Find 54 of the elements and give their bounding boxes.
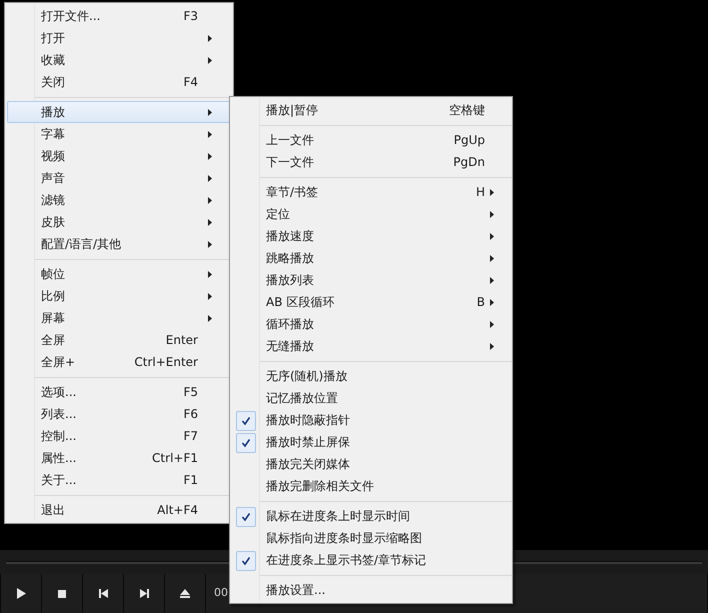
menu-item[interactable]: 播放时禁止屏保 <box>232 431 510 453</box>
menu-item[interactable]: 播放速度 <box>232 225 510 247</box>
menu-item[interactable]: 属性... Ctrl+F1 <box>7 447 231 469</box>
player-button[interactable] <box>165 574 205 613</box>
menu-item[interactable]: 关于... F1 <box>7 469 231 491</box>
menu-item[interactable]: 上一文件 PgUp <box>232 129 510 151</box>
player-button[interactable] <box>83 574 123 613</box>
menu-item[interactable]: 跳略播放 <box>232 247 510 269</box>
player-button[interactable] <box>124 574 164 613</box>
menu-item[interactable]: 无序(随机)播放 <box>232 365 510 387</box>
menu-item[interactable]: 配置/语言/其他 <box>7 233 231 255</box>
menu-item[interactable]: 播放时隐蔽指针 <box>232 409 510 431</box>
menu-item[interactable]: 在进度条上显示书签/章节标记 <box>232 549 510 571</box>
menu-item[interactable]: 视频 <box>7 145 231 167</box>
menu-item[interactable]: 列表... F6 <box>7 403 231 425</box>
menu-item[interactable]: 无缝播放 <box>232 335 510 357</box>
menu-item[interactable]: AB 区段循环 B <box>232 291 510 313</box>
time-display: 00 <box>214 585 228 602</box>
menu-item[interactable]: 全屏+ Ctrl+Enter <box>7 351 231 373</box>
menu-item[interactable]: 打开文件... F3 <box>7 5 231 27</box>
menu-item[interactable]: 播放列表 <box>232 269 510 291</box>
menu-item[interactable]: 退出 Alt+F4 <box>7 499 231 521</box>
menu-item[interactable]: 定位 <box>232 203 510 225</box>
menu-item[interactable]: 记忆播放位置 <box>232 387 510 409</box>
player-button[interactable] <box>1 574 41 613</box>
menu-item[interactable]: 皮肤 <box>7 211 231 233</box>
menu-item[interactable]: 控制... F7 <box>7 425 231 447</box>
skip-back-icon <box>98 589 108 598</box>
menu-item[interactable]: 播放完关闭媒体 <box>232 453 510 475</box>
menu-item[interactable]: 播放 <box>7 101 231 123</box>
menu-item[interactable]: 关闭 F4 <box>7 71 231 93</box>
menu-item[interactable]: 收藏 <box>7 49 231 71</box>
menu-item[interactable]: 章节/书签 H <box>232 181 510 203</box>
skip-forward-icon <box>140 589 148 598</box>
menu-item[interactable]: 播放完删除相关文件 <box>232 475 510 497</box>
menu-item[interactable]: 帧位 <box>7 263 231 285</box>
eject-icon <box>180 589 190 598</box>
menu-item[interactable]: 鼠标在进度条上时显示时间 <box>232 505 510 527</box>
menu-item[interactable]: 全屏 Enter <box>7 329 231 351</box>
play-icon <box>16 588 26 599</box>
menu-item[interactable]: 滤镜 <box>7 189 231 211</box>
menu-item[interactable]: 鼠标指向进度条时显示缩略图 <box>232 527 510 549</box>
menu-item[interactable]: 下一文件 PgDn <box>232 151 510 173</box>
menu-item[interactable]: 选项... F5 <box>7 381 231 403</box>
menu-item[interactable]: 屏幕 <box>7 307 231 329</box>
menu-item[interactable]: 比例 <box>7 285 231 307</box>
menu-item[interactable]: 循环播放 <box>232 313 510 335</box>
menu-item[interactable]: 播放|暂停 空格键 <box>232 99 510 121</box>
stop-icon <box>58 590 66 598</box>
menu-item[interactable]: 字幕 <box>7 123 231 145</box>
player-button[interactable] <box>42 574 82 613</box>
menu-item[interactable]: 声音 <box>7 167 231 189</box>
menu-item[interactable]: 播放设置... <box>232 579 510 601</box>
menu-item[interactable]: 打开 <box>7 27 231 49</box>
